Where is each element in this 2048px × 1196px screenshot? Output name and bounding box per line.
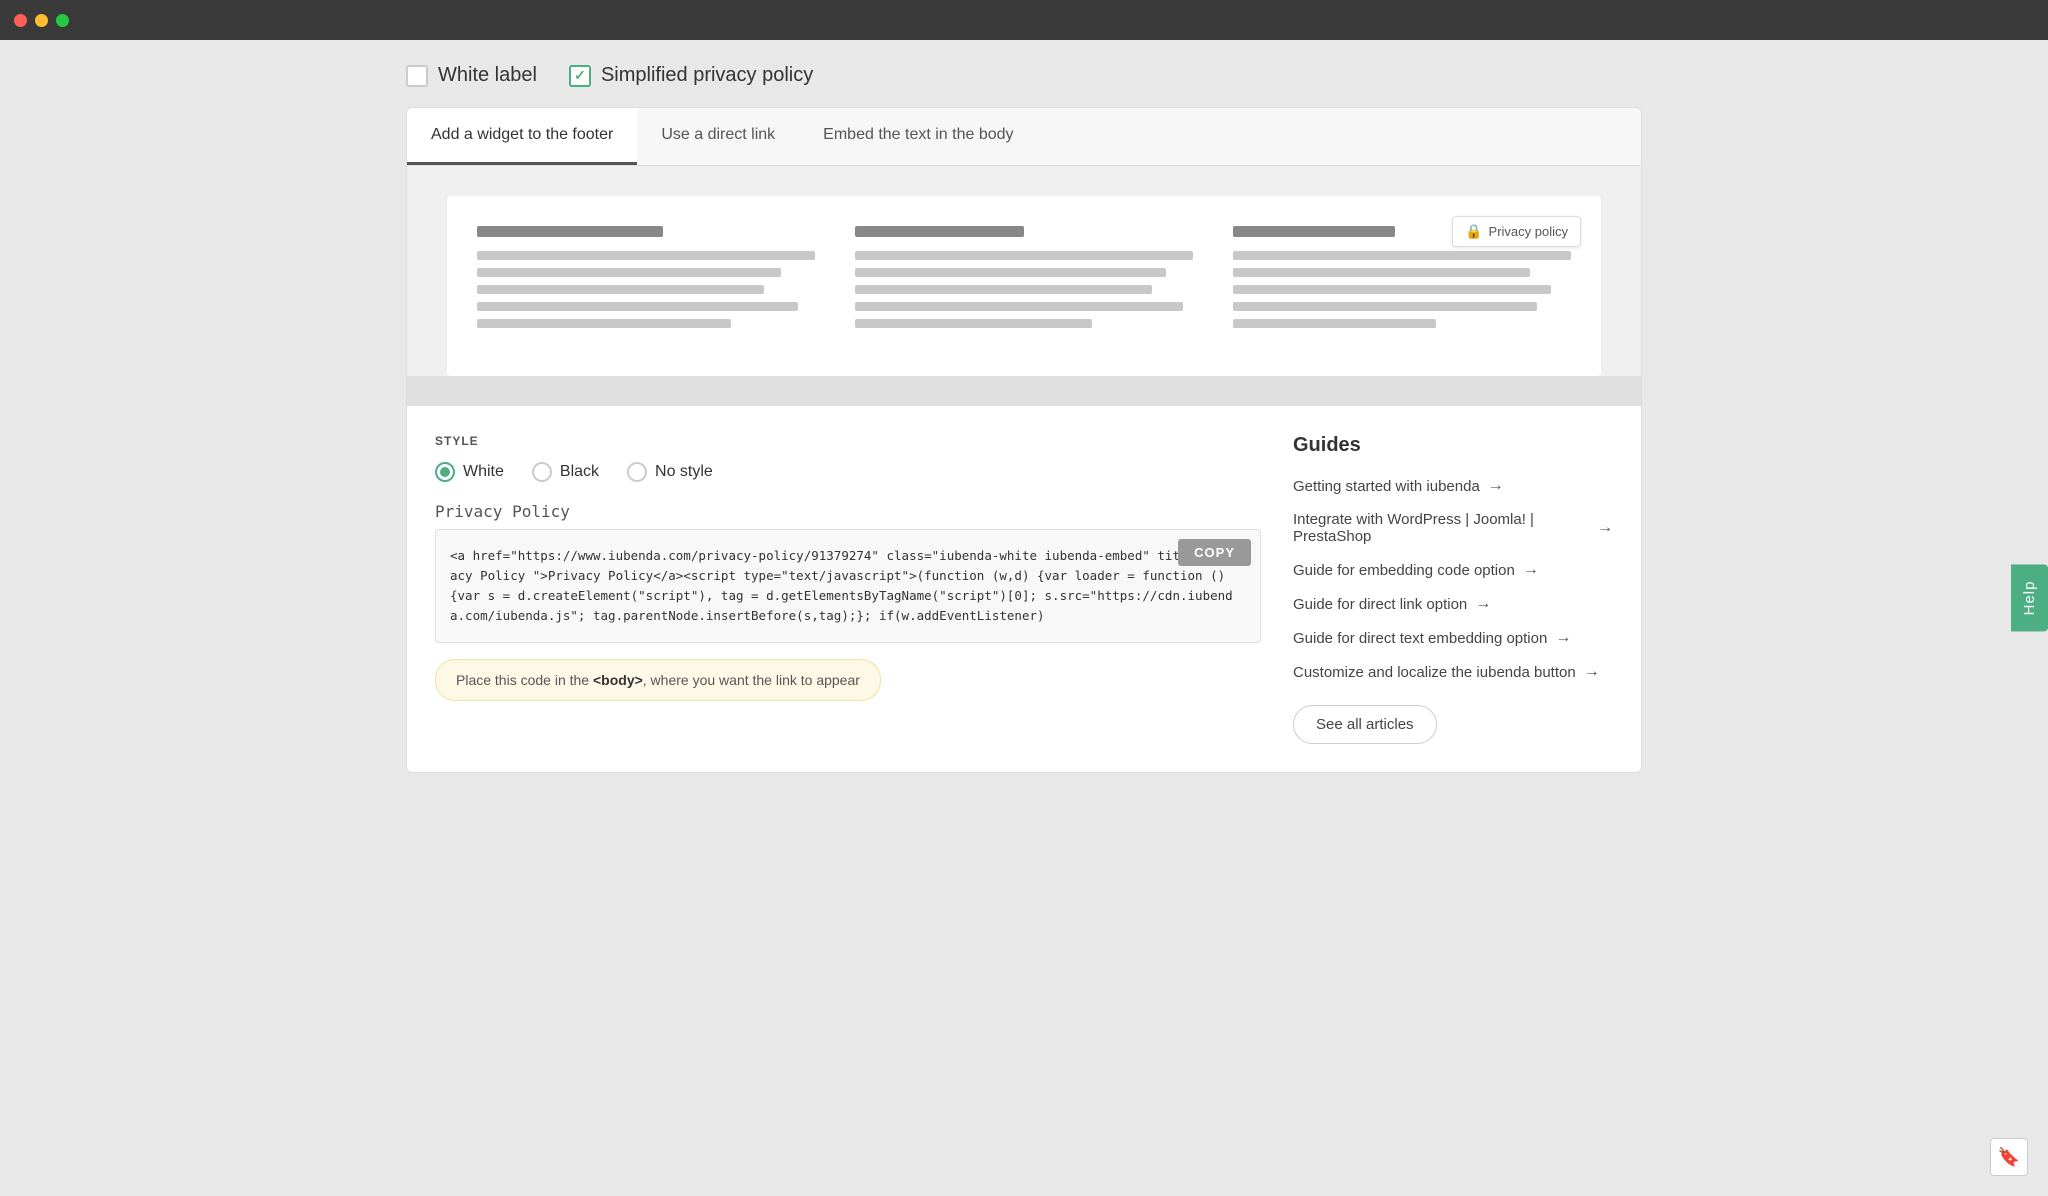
radio-black-circle[interactable] [532,462,552,482]
white-label-checkbox[interactable] [406,65,428,87]
top-options: White label Simplified privacy policy [406,64,1642,87]
guide-link-5[interactable]: Customize and localize the iubenda butto… [1293,663,1613,681]
help-button[interactable]: Help [2011,565,2048,632]
arrow-icon-0: → [1488,477,1504,495]
maximize-btn[interactable] [56,14,69,27]
guide-link-2-text: Guide for embedding code option [1293,562,1515,579]
privacy-badge[interactable]: 🔒 Privacy policy [1452,216,1581,247]
tab-embed[interactable]: Embed the text in the body [799,108,1037,165]
see-all-button[interactable]: See all articles [1293,705,1437,744]
guide-link-4-text: Guide for direct text embedding option [1293,630,1547,647]
notice-box: Place this code in the <body>, where you… [435,659,881,701]
preview-inner: 🔒 Privacy policy [447,196,1601,376]
guide-link-5-text: Customize and localize the iubenda butto… [1293,664,1576,681]
arrow-icon-4: → [1555,629,1571,647]
code-section-title: Privacy Policy [435,502,1261,521]
tab-bar: Add a widget to the footer Use a direct … [407,108,1641,166]
tab-direct-link[interactable]: Use a direct link [637,108,799,165]
preview-area: 🔒 Privacy policy [407,166,1641,406]
arrow-icon-3: → [1475,595,1491,613]
white-label-option[interactable]: White label [406,64,537,87]
guide-link-0-text: Getting started with iubenda [1293,478,1480,495]
notice-tag: <body> [593,672,643,688]
radio-no-style-label: No style [655,463,713,481]
right-panel: Guides Getting started with iubenda → In… [1293,434,1613,744]
copy-button[interactable]: COPY [1178,539,1251,566]
radio-white[interactable]: White [435,462,504,482]
radio-no-style-circle[interactable] [627,462,647,482]
notice-text-after: , where you want the link to appear [643,672,860,688]
bookmark-button[interactable]: 🔖 [1990,1138,2028,1176]
radio-black[interactable]: Black [532,462,599,482]
close-btn[interactable] [14,14,27,27]
arrow-icon-5: → [1584,663,1600,681]
left-panel: STYLE White Black No style [435,434,1261,744]
tab-footer[interactable]: Add a widget to the footer [407,108,637,165]
main-card: Add a widget to the footer Use a direct … [406,107,1642,773]
bookmark-icon: 🔖 [1998,1147,2020,1168]
preview-columns: 🔒 Privacy policy [477,226,1571,336]
guide-link-3-text: Guide for direct link option [1293,596,1467,613]
radio-black-label: Black [560,463,599,481]
simplified-privacy-text: Simplified privacy policy [601,64,813,87]
titlebar [0,0,2048,40]
style-section-label: STYLE [435,434,1261,448]
content-section: STYLE White Black No style [407,406,1641,772]
privacy-badge-text: Privacy policy [1489,224,1568,239]
guides-title: Guides [1293,434,1613,457]
arrow-icon-2: → [1523,561,1539,579]
notice-text-before: Place this code in the [456,672,593,688]
preview-col-2 [855,226,1193,336]
preview-footer-bar [407,376,1641,406]
guide-link-2[interactable]: Guide for embedding code option → [1293,561,1613,579]
code-box-wrapper: COPY <a href="https://www.iubenda.com/pr… [435,529,1261,643]
radio-white-circle[interactable] [435,462,455,482]
guide-link-3[interactable]: Guide for direct link option → [1293,595,1613,613]
style-options: White Black No style [435,462,1261,482]
guide-link-1-text: Integrate with WordPress | Joomla! | Pre… [1293,511,1589,545]
guide-link-4[interactable]: Guide for direct text embedding option → [1293,629,1613,647]
white-label-text: White label [438,64,537,87]
simplified-privacy-checkbox[interactable] [569,65,591,87]
simplified-privacy-option[interactable]: Simplified privacy policy [569,64,813,87]
preview-col-1 [477,226,815,336]
lock-icon: 🔒 [1465,223,1482,240]
arrow-icon-1: → [1597,519,1613,537]
radio-no-style[interactable]: No style [627,462,713,482]
main-content: White label Simplified privacy policy Ad… [374,40,1674,805]
guide-link-0[interactable]: Getting started with iubenda → [1293,477,1613,495]
guide-link-1[interactable]: Integrate with WordPress | Joomla! | Pre… [1293,511,1613,545]
minimize-btn[interactable] [35,14,48,27]
radio-white-label: White [463,463,504,481]
code-box[interactable]: <a href="https://www.iubenda.com/privacy… [435,529,1261,643]
